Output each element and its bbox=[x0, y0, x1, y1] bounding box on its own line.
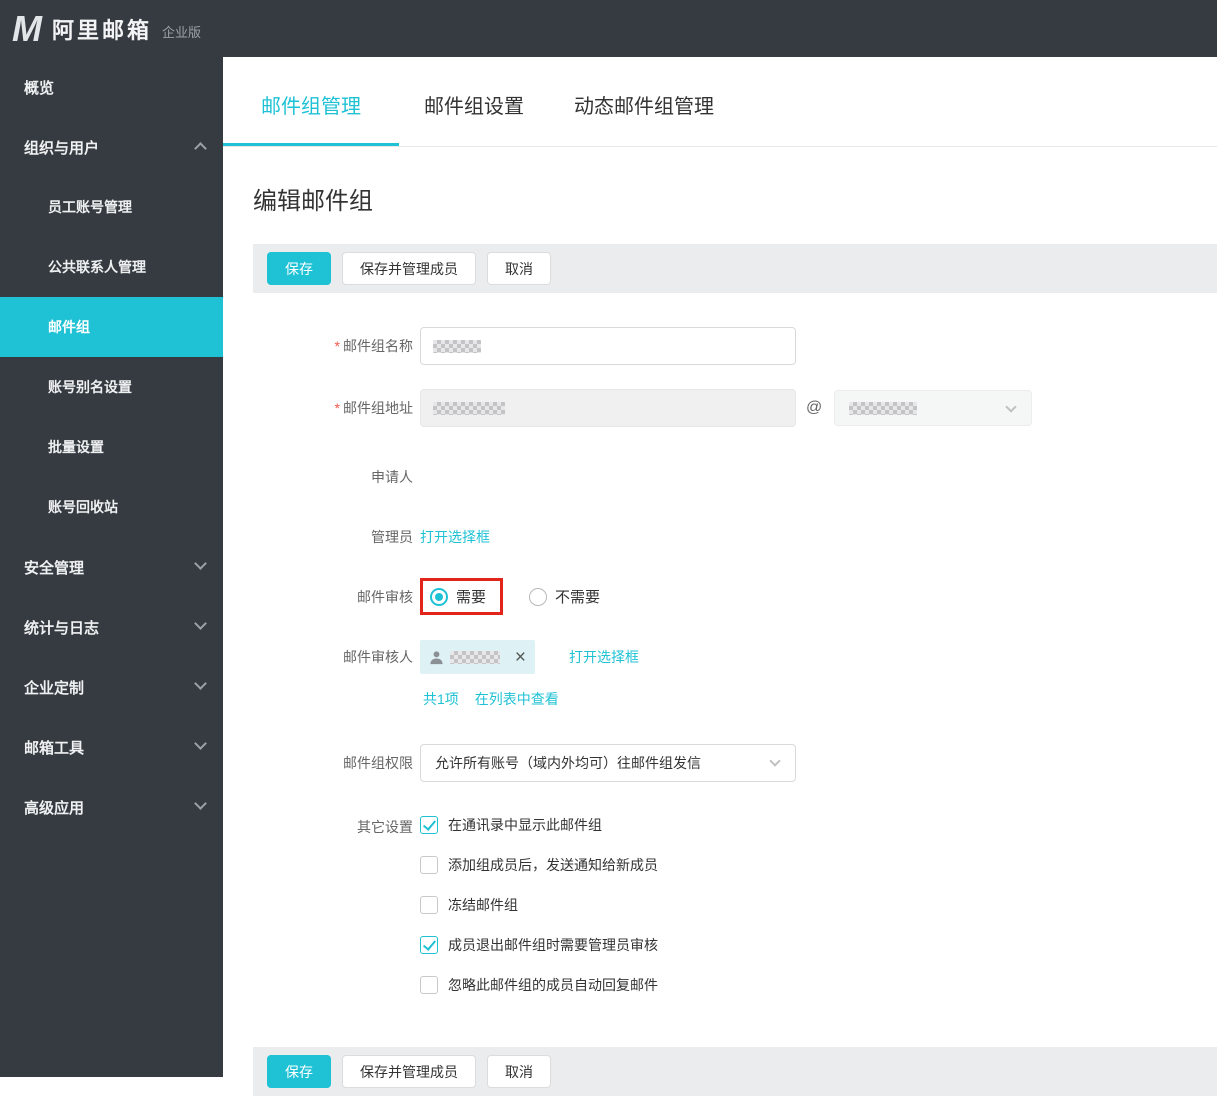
chevron-down-icon bbox=[194, 737, 207, 750]
sidebar-item-mail-groups[interactable]: 邮件组 bbox=[0, 297, 223, 357]
redacted-group-address bbox=[433, 401, 505, 415]
sidebar-item-enterprise-custom[interactable]: 企业定制 bbox=[0, 657, 223, 717]
domain-select bbox=[834, 390, 1033, 426]
reviewer-open-selector-link[interactable]: 打开选择框 bbox=[569, 647, 639, 667]
alimail-logo-icon: M bbox=[12, 7, 42, 49]
person-icon bbox=[430, 650, 443, 664]
sidebar-item-employee-accounts[interactable]: 员工账号管理 bbox=[0, 177, 223, 237]
remove-reviewer-icon[interactable]: × bbox=[515, 648, 526, 667]
checkbox-unchecked-icon[interactable] bbox=[420, 976, 438, 994]
sidebar-item-account-recycle[interactable]: 账号回收站 bbox=[0, 477, 223, 537]
chevron-up-icon bbox=[194, 142, 207, 155]
checkbox-ignore-auto-reply[interactable]: 忽略此邮件组的成员自动回复邮件 bbox=[420, 975, 658, 995]
group-address-label: * 邮件组地址 bbox=[334, 400, 413, 416]
chevron-down-icon bbox=[194, 557, 207, 570]
main-content: 邮件组管理 邮件组设置 动态邮件组管理 编辑邮件组 保存 保存并管理成员 取消 … bbox=[223, 57, 1217, 1096]
tab-dynamic-mail-group[interactable]: 动态邮件组管理 bbox=[549, 63, 739, 146]
checkbox-checked-icon[interactable] bbox=[420, 936, 438, 954]
save-button-bottom[interactable]: 保存 bbox=[267, 1055, 331, 1088]
admin-open-selector-link[interactable]: 打开选择框 bbox=[420, 527, 490, 547]
tab-mail-group-management[interactable]: 邮件组管理 bbox=[223, 63, 399, 146]
annotation-highlight-box: 需要 bbox=[420, 578, 504, 615]
view-in-list-link[interactable]: 在列表中查看 bbox=[475, 689, 559, 709]
edition-badge: 企业版 bbox=[162, 25, 202, 40]
chevron-down-icon bbox=[194, 797, 207, 810]
checkbox-notify-new-members[interactable]: 添加组成员后，发送通知给新成员 bbox=[420, 855, 658, 875]
sidebar-item-public-contacts[interactable]: 公共联系人管理 bbox=[0, 237, 223, 297]
group-permission-label: 邮件组权限 bbox=[343, 755, 413, 771]
group-permission-value: 允许所有账号（域内外均可）往邮件组发信 bbox=[435, 755, 701, 771]
checkbox-show-in-contacts[interactable]: 在通讯录中显示此邮件组 bbox=[420, 815, 658, 835]
chevron-down-icon bbox=[1005, 401, 1017, 413]
chevron-down-icon bbox=[769, 755, 781, 767]
save-and-manage-members-button-bottom[interactable]: 保存并管理成员 bbox=[342, 1055, 476, 1088]
applicant-label: 申请人 bbox=[371, 469, 413, 485]
sidebar-item-batch-settings[interactable]: 批量设置 bbox=[0, 417, 223, 477]
product-name: 阿里邮箱 bbox=[52, 17, 153, 43]
sidebar-item-org-users[interactable]: 组织与用户 bbox=[0, 117, 223, 177]
checkbox-freeze-group[interactable]: 冻结邮件组 bbox=[420, 895, 658, 915]
group-permission-select[interactable]: 允许所有账号（域内外均可）往邮件组发信 bbox=[420, 744, 796, 782]
review-not-required-radio[interactable]: 不需要 bbox=[529, 586, 600, 607]
redacted-domain bbox=[849, 401, 918, 415]
chevron-down-icon bbox=[194, 617, 207, 630]
sidebar-item-mail-tools[interactable]: 邮箱工具 bbox=[0, 717, 223, 777]
checkbox-unchecked-icon[interactable] bbox=[420, 856, 438, 874]
toolbar-top: 保存 保存并管理成员 取消 bbox=[253, 244, 1217, 293]
reviewer-count-text: 共1项 bbox=[423, 691, 459, 707]
admin-label: 管理员 bbox=[371, 529, 413, 545]
edit-mail-group-form: * 邮件组名称 * 邮件组地址 @ 申请人 管理员 打开选择框 邮件审核 需要 … bbox=[223, 327, 1217, 1015]
review-required-radio[interactable]: 需要 bbox=[430, 586, 486, 607]
save-button[interactable]: 保存 bbox=[267, 252, 331, 285]
sidebar: 概览 组织与用户 员工账号管理 公共联系人管理 邮件组 账号别名设置 批量设置 … bbox=[0, 57, 223, 1077]
sidebar-item-stats-logs[interactable]: 统计与日志 bbox=[0, 597, 223, 657]
checkbox-exit-requires-review[interactable]: 成员退出邮件组时需要管理员审核 bbox=[420, 935, 658, 955]
toolbar-bottom: 保存 保存并管理成员 取消 bbox=[253, 1047, 1217, 1096]
redacted-group-name bbox=[433, 339, 481, 353]
group-name-label: * 邮件组名称 bbox=[334, 338, 413, 354]
sidebar-item-overview[interactable]: 概览 bbox=[0, 57, 223, 117]
checkbox-checked-icon[interactable] bbox=[420, 816, 438, 834]
reviewer-chip: × bbox=[420, 640, 535, 674]
sidebar-item-account-alias[interactable]: 账号别名设置 bbox=[0, 357, 223, 417]
group-name-input[interactable] bbox=[420, 327, 796, 365]
checkbox-unchecked-icon[interactable] bbox=[420, 896, 438, 914]
cancel-button[interactable]: 取消 bbox=[487, 252, 551, 285]
tab-mail-group-settings[interactable]: 邮件组设置 bbox=[399, 63, 549, 146]
chevron-down-icon bbox=[194, 677, 207, 690]
sidebar-item-security[interactable]: 安全管理 bbox=[0, 537, 223, 597]
redacted-reviewer-name bbox=[450, 650, 500, 664]
other-settings-options: 在通讯录中显示此邮件组 添加组成员后，发送通知给新成员 冻结邮件组 成员退出邮件… bbox=[420, 815, 658, 1015]
tab-bar: 邮件组管理 邮件组设置 动态邮件组管理 bbox=[223, 57, 1217, 147]
other-settings-label: 其它设置 bbox=[357, 819, 413, 835]
reviewer-label: 邮件审核人 bbox=[343, 649, 413, 665]
radio-unselected-icon[interactable] bbox=[529, 587, 548, 606]
save-and-manage-members-button[interactable]: 保存并管理成员 bbox=[342, 252, 476, 285]
app-header: M 阿里邮箱 企业版 bbox=[0, 0, 1217, 57]
at-sign: @ bbox=[806, 399, 823, 416]
mail-review-label: 邮件审核 bbox=[357, 588, 413, 605]
group-address-input bbox=[420, 389, 796, 427]
sidebar-item-advanced-apps[interactable]: 高级应用 bbox=[0, 777, 223, 837]
cancel-button-bottom[interactable]: 取消 bbox=[487, 1055, 551, 1088]
page-title: 编辑邮件组 bbox=[253, 188, 373, 215]
radio-selected-icon[interactable] bbox=[430, 587, 448, 606]
